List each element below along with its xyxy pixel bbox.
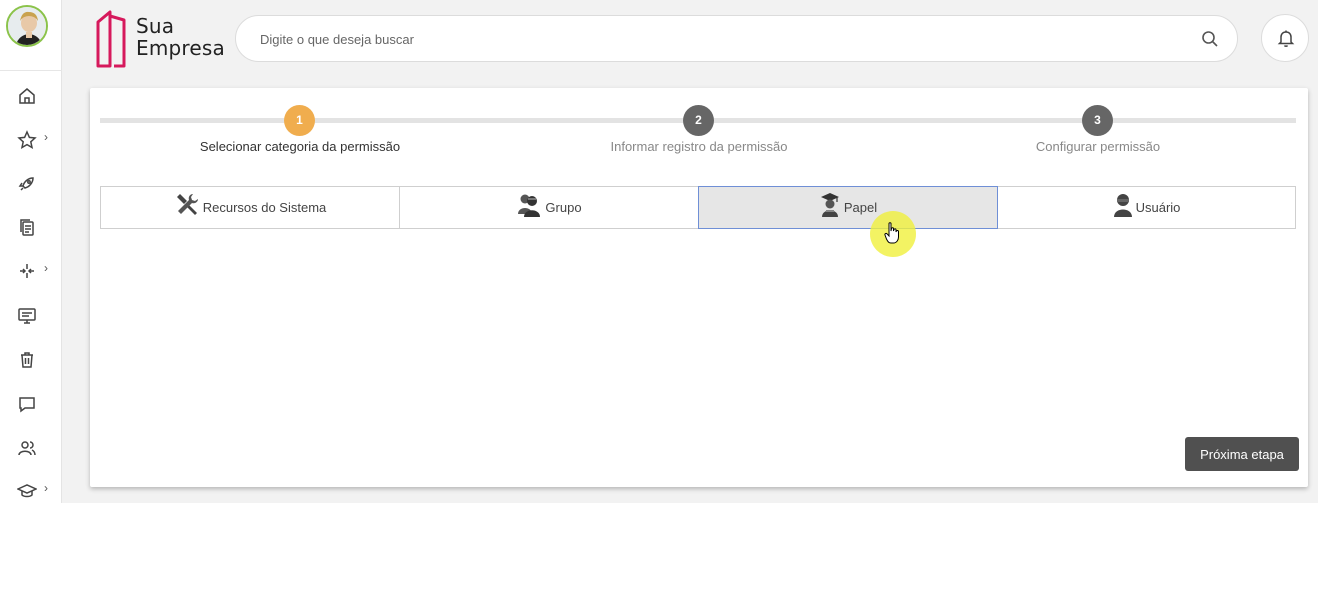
users-icon [18,441,36,456]
arrows-icon [20,264,34,278]
step-1-label: Selecionar categoria da permissão [199,139,401,154]
home-icon [19,88,35,104]
step-2-indicator: 2 [683,105,714,136]
category-option-label: Recursos do Sistema [202,200,327,215]
brand-name-line1: Sua [136,14,175,38]
user-icon [1113,193,1132,217]
graduate-user-icon [820,192,839,217]
search-icon[interactable] [1201,30,1219,48]
chevron-right-icon: › [44,481,48,495]
sidebar-item-favorites[interactable]: › [0,124,62,154]
trash-icon [21,352,33,368]
brand-name-line2: Empresa [136,36,225,60]
chevron-right-icon: › [44,130,48,144]
category-option-role[interactable]: Papel [698,186,998,229]
category-option-label: Grupo [545,200,582,215]
group-icon [518,194,541,217]
category-option-label: Papel [843,200,878,215]
bell-icon [1277,30,1295,47]
sidebar-item-users[interactable] [0,432,62,462]
sidebar-item-launch[interactable] [0,168,62,198]
documents-icon [20,219,34,236]
tools-icon [176,193,198,215]
monitor-icon [18,308,36,324]
sidebar-item-trash[interactable] [0,344,62,374]
building-logo-icon [96,10,126,68]
sidebar-item-home[interactable] [0,80,62,110]
category-option-label: Usuário [1135,200,1181,215]
search-input[interactable] [260,28,1180,50]
step-3-indicator: 3 [1082,105,1113,136]
category-option-group[interactable]: Grupo [399,186,699,229]
permission-wizard-card: 1 Selecionar categoria da permissão 2 In… [90,88,1308,487]
next-step-button[interactable]: Próxima etapa [1185,437,1299,471]
brand-name: Sua Empresa [136,15,225,59]
chat-icon [19,397,35,413]
hand-pointer-icon [884,222,899,244]
sidebar-item-documents[interactable] [0,212,62,242]
category-option-system-resources[interactable]: Recursos do Sistema [100,186,400,229]
step-3-label: Configurar permissão [1035,139,1161,154]
rocket-icon [18,177,34,191]
sidebar-item-training[interactable]: › [0,475,62,505]
notifications-button[interactable] [1261,14,1309,62]
avatar[interactable] [6,5,48,47]
sidebar-divider [0,70,62,71]
permission-category-selector: Recursos do Sistema Grupo Papel Usuário [100,186,1298,229]
sidebar-item-monitor[interactable] [0,300,62,330]
step-2-label: Informar registro da permissão [610,139,788,154]
step-1-indicator: 1 [284,105,315,136]
graduation-cap-icon [17,484,37,498]
app-root: › › › Sua Empresa Digite o que deseja bu… [0,0,1318,503]
star-icon [17,130,37,149]
sidebar: › › › [0,0,62,503]
sidebar-item-messages[interactable] [0,388,62,418]
chevron-right-icon: › [44,261,48,275]
category-option-user[interactable]: Usuário [997,186,1296,229]
sidebar-item-integrations[interactable]: › [0,255,62,285]
search-bar [235,15,1238,62]
